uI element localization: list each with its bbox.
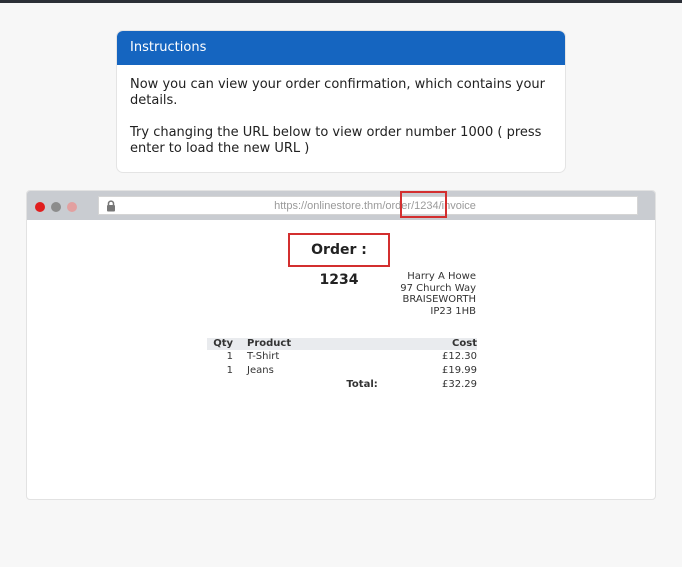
- customer-address: Harry A Howe 97 Church Way BRAISEWORTH I…: [400, 271, 476, 317]
- column-header-product: Product: [237, 338, 383, 350]
- address-town: BRAISEWORTH: [402, 294, 476, 305]
- total-value: £32.29: [442, 379, 477, 390]
- row-cost: £19.99: [442, 365, 477, 376]
- instructions-panel: Instructions Now you can view your order…: [116, 30, 566, 173]
- row-qty: 1: [226, 365, 233, 376]
- instructions-body: Now you can view your order confirmation…: [117, 65, 565, 157]
- total-row: Total: £32.29: [207, 378, 477, 392]
- row-qty: 1: [226, 351, 233, 362]
- instructions-title: Instructions: [117, 31, 565, 65]
- table-row: 1 Jeans £19.99: [207, 364, 477, 378]
- table-row: 1 T-Shirt £12.30: [207, 350, 477, 364]
- instructions-paragraph-1: Now you can view your order confirmation…: [130, 77, 546, 108]
- row-cost: £12.30: [442, 351, 477, 362]
- maximize-dot-icon: [67, 202, 77, 212]
- url-order-id-highlight: [400, 191, 447, 218]
- column-header-cost: Cost: [382, 338, 477, 350]
- address-street: 97 Church Way: [400, 282, 476, 294]
- top-bar: [0, 0, 682, 3]
- browser-window: https://onlinestore.thm/order/1234/invoi…: [26, 190, 656, 500]
- row-product: T-Shirt: [247, 351, 280, 362]
- minimize-dot-icon: [51, 202, 61, 212]
- total-label: Total:: [346, 379, 378, 390]
- order-items-table: Qty Product Cost 1 T-Shirt £12.30 1 Jean…: [207, 338, 477, 392]
- order-title: Order : 1234: [288, 233, 390, 288]
- url-text[interactable]: https://onlinestore.thm/order/1234/invoi…: [99, 197, 637, 215]
- table-header-row: Qty Product Cost: [207, 338, 477, 350]
- instructions-paragraph-2: Try changing the URL below to view order…: [130, 125, 542, 156]
- column-header-qty: Qty: [207, 338, 237, 350]
- address-postcode: IP23 1HB: [430, 305, 476, 317]
- row-product: Jeans: [247, 365, 274, 376]
- browser-toolbar: https://onlinestore.thm/order/1234/invoi…: [27, 191, 655, 220]
- address-name: Harry A Howe: [407, 271, 476, 282]
- close-dot-icon: [35, 202, 45, 212]
- address-bar[interactable]: https://onlinestore.thm/order/1234/invoi…: [98, 191, 638, 218]
